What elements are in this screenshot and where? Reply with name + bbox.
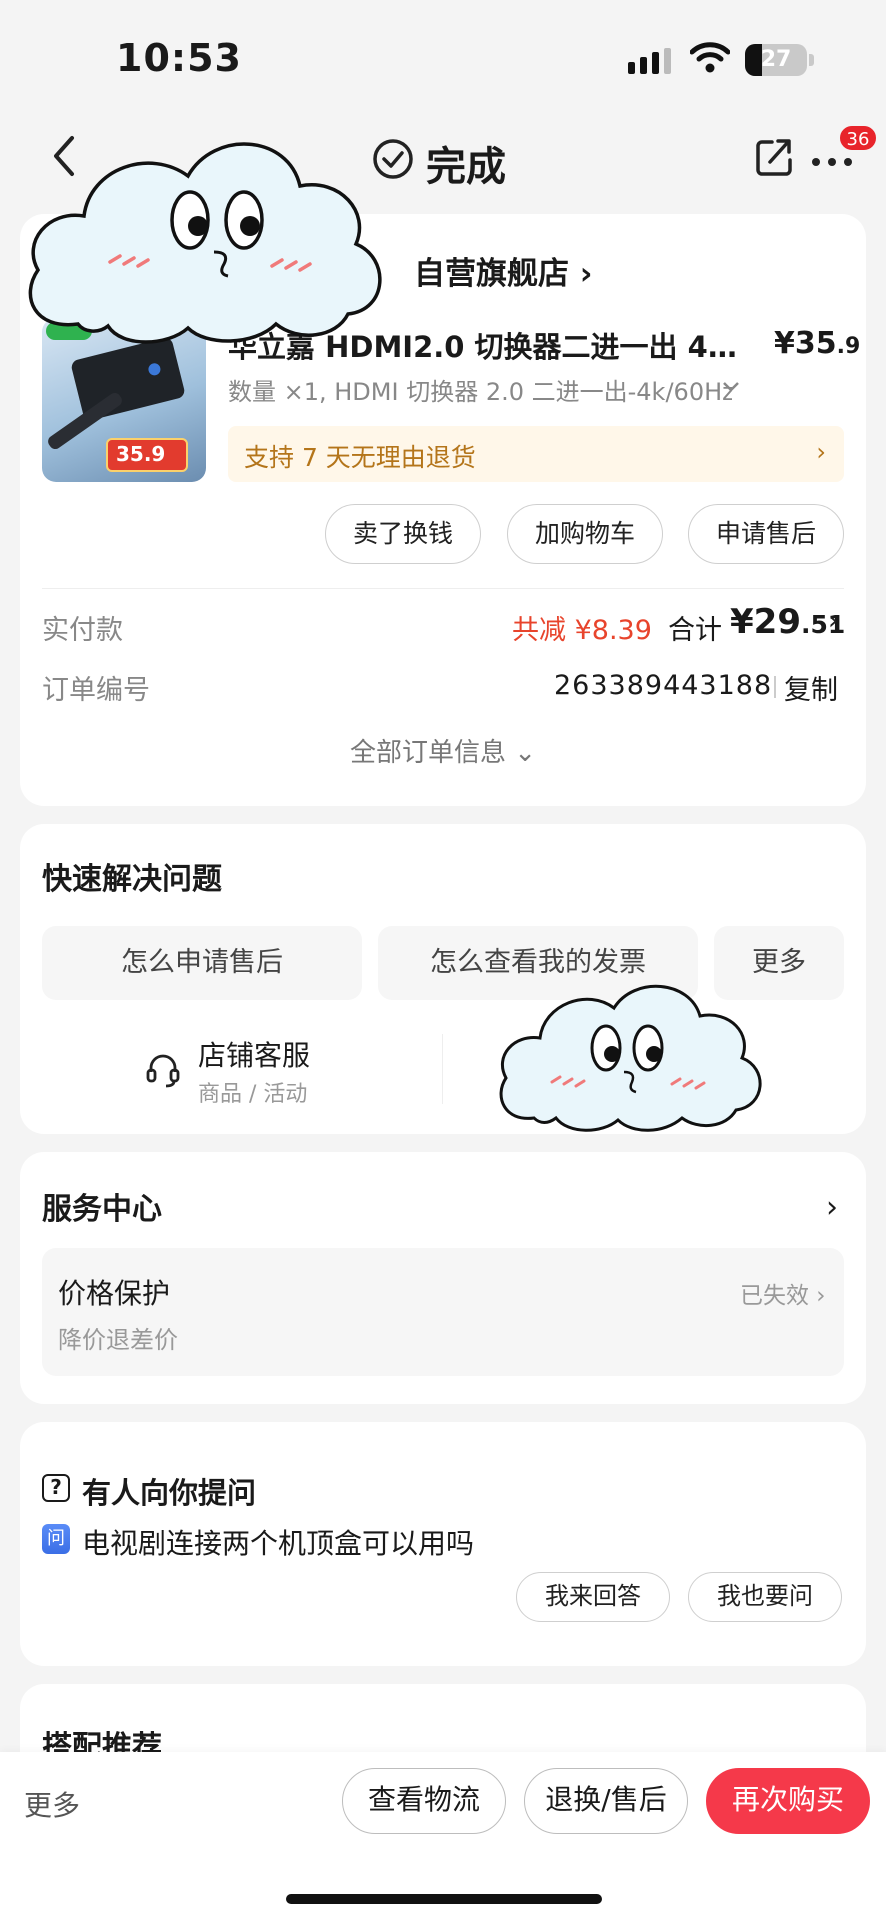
discount-amount: 共减 ¥8.39 [512, 615, 652, 646]
copy-button[interactable]: 复制 [784, 668, 838, 707]
chip-after-sale[interactable]: 怎么申请售后 [42, 926, 362, 1000]
share-icon[interactable] [754, 136, 794, 178]
question-icon: ? [42, 1474, 70, 1502]
battery-icon: 27 [745, 44, 807, 76]
return-after-sale-button[interactable]: 退换/售后 [524, 1768, 688, 1834]
store-service-subtitle: 商品 / 活动 [198, 1082, 308, 1107]
more-button[interactable]: 更多 [24, 1784, 80, 1824]
signal-icon [628, 48, 671, 74]
thumb-price: 35.9 [116, 442, 166, 466]
battery-cap [809, 54, 814, 66]
question-title: 有人向你提问 [82, 1476, 257, 1510]
battery-level: 27 [760, 47, 792, 72]
separator [774, 676, 776, 698]
store-service-title[interactable]: 店铺客服 [198, 1034, 310, 1074]
buy-again-button[interactable]: 再次购买 [706, 1768, 870, 1834]
chevron-down-icon [723, 382, 739, 392]
order-number-label: 订单编号 [42, 675, 150, 706]
page-title: 完成 [426, 144, 506, 190]
headset-icon [146, 1054, 180, 1088]
chevron-right-icon: › [828, 606, 839, 636]
ask-too-button[interactable]: 我也要问 [688, 1572, 842, 1622]
cloud-sticker [28, 142, 382, 344]
wifi-icon [690, 42, 730, 73]
total-label: 合计 [668, 615, 722, 646]
return-policy-banner[interactable]: 支持 7 天无理由退货 › [228, 426, 844, 482]
status-time: 10:53 [116, 36, 242, 80]
view-logistics-button[interactable]: 查看物流 [342, 1768, 506, 1834]
sell-button[interactable]: 卖了换钱 [325, 504, 481, 564]
home-indicator[interactable] [286, 1894, 602, 1904]
price-protection-subtitle: 降价退差价 [58, 1326, 178, 1354]
chevron-right-icon: › [816, 438, 826, 466]
order-number: 263389443188 [554, 670, 773, 701]
question-tag: 问 [42, 1524, 70, 1554]
divider [42, 588, 844, 589]
store-name[interactable]: 自营旗舰店 › [414, 248, 593, 293]
return-policy-text: 支持 7 天无理由退货 [244, 443, 476, 472]
paid-label: 实付款 [42, 615, 123, 646]
cloud-sticker [499, 984, 762, 1132]
price-protection-status: 已失效 › [740, 1283, 826, 1309]
divider [442, 1034, 443, 1104]
notification-badge: 36 [838, 124, 878, 152]
all-order-info-toggle[interactable]: 全部订单信息 ⌄ [0, 732, 886, 769]
service-center-title[interactable]: 服务中心 [42, 1184, 162, 1228]
question-text[interactable]: 电视剧连接两个机顶盒可以用吗 [82, 1522, 474, 1562]
quick-solve-title: 快速解决问题 [42, 862, 222, 897]
answer-button[interactable]: 我来回答 [516, 1572, 670, 1622]
price-protection-item[interactable] [42, 1248, 844, 1376]
request-after-sale-button[interactable]: 申请售后 [688, 504, 844, 564]
price-protection-title: 价格保护 [58, 1277, 171, 1310]
product-price: ¥35.9 [774, 326, 861, 361]
chevron-right-icon[interactable]: › [826, 1190, 838, 1225]
add-to-cart-button[interactable]: 加购物车 [507, 504, 663, 564]
product-spec[interactable]: 数量 ×1, HDMI 切换器 2.0 二进一出-4k/60Hz [228, 372, 732, 407]
